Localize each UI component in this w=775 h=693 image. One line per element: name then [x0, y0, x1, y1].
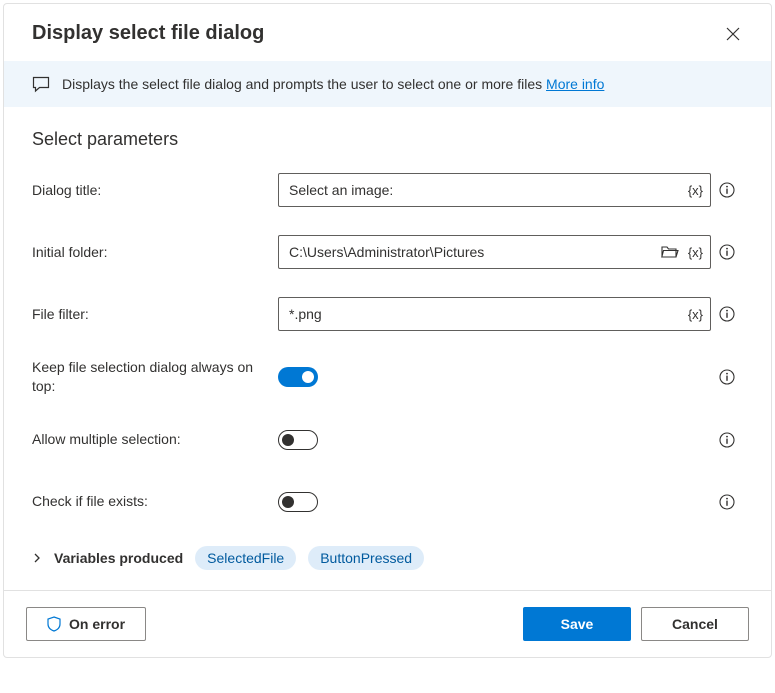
info-icon: [719, 494, 735, 510]
info-icon: [719, 182, 735, 198]
field-multi-select: Allow multiple selection:: [32, 422, 743, 458]
help-button[interactable]: [711, 182, 743, 198]
variable-chip[interactable]: ButtonPressed: [308, 546, 424, 570]
dialog-title-input[interactable]: [279, 174, 685, 206]
field-always-on-top: Keep file selection dialog always on top…: [32, 358, 743, 396]
help-button[interactable]: [711, 244, 743, 260]
input-wrap: {x}: [278, 297, 711, 331]
info-icon: [719, 244, 735, 260]
variable-picker-icon[interactable]: {x}: [685, 183, 710, 198]
help-button[interactable]: [711, 432, 743, 448]
field-file-filter: File filter: {x}: [32, 296, 743, 332]
always-on-top-toggle[interactable]: [278, 367, 318, 387]
field-initial-folder: Initial folder: {x}: [32, 234, 743, 270]
variables-produced-row: Variables produced SelectedFile ButtonPr…: [32, 546, 743, 570]
dialog-title: Display select file dialog: [32, 22, 264, 45]
file-filter-input[interactable]: [279, 298, 685, 330]
section-title: Select parameters: [32, 129, 743, 150]
dialog-header: Display select file dialog: [4, 4, 771, 61]
info-icon: [719, 306, 735, 322]
variable-chip[interactable]: SelectedFile: [195, 546, 296, 570]
field-label: Initial folder:: [32, 243, 278, 262]
input-wrap: {x}: [278, 235, 711, 269]
help-button[interactable]: [711, 306, 743, 322]
info-icon: [719, 432, 735, 448]
variables-label: Variables produced: [54, 550, 183, 566]
browse-folder-button[interactable]: [655, 245, 685, 259]
multi-select-toggle[interactable]: [278, 430, 318, 450]
info-icon: [719, 369, 735, 385]
more-info-link[interactable]: More info: [546, 76, 604, 92]
folder-icon: [661, 245, 679, 259]
help-button[interactable]: [711, 369, 743, 385]
close-button[interactable]: [723, 24, 743, 44]
help-button[interactable]: [711, 494, 743, 510]
variable-picker-icon[interactable]: {x}: [685, 245, 710, 260]
check-exists-toggle[interactable]: [278, 492, 318, 512]
field-label: File filter:: [32, 305, 278, 324]
variable-picker-icon[interactable]: {x}: [685, 307, 710, 322]
on-error-button[interactable]: On error: [26, 607, 146, 641]
field-label: Dialog title:: [32, 181, 278, 200]
banner-text: Displays the select file dialog and prom…: [62, 76, 604, 92]
field-label: Allow multiple selection:: [32, 430, 278, 449]
shield-icon: [47, 616, 61, 632]
field-check-exists: Check if file exists:: [32, 484, 743, 520]
cancel-button[interactable]: Cancel: [641, 607, 749, 641]
info-banner: Displays the select file dialog and prom…: [4, 61, 771, 107]
close-icon: [726, 27, 740, 41]
save-button[interactable]: Save: [523, 607, 631, 641]
dialog-content: Select parameters Dialog title: {x} Init…: [4, 107, 771, 590]
field-dialog-title: Dialog title: {x}: [32, 172, 743, 208]
field-label: Keep file selection dialog always on top…: [32, 358, 278, 396]
initial-folder-input[interactable]: [279, 236, 655, 268]
comment-icon: [32, 75, 50, 93]
dialog-container: Display select file dialog Displays the …: [3, 3, 772, 658]
expand-variables-button[interactable]: [32, 553, 42, 563]
chevron-right-icon: [32, 553, 42, 563]
input-wrap: {x}: [278, 173, 711, 207]
field-label: Check if file exists:: [32, 492, 278, 511]
dialog-footer: On error Save Cancel: [4, 590, 771, 657]
